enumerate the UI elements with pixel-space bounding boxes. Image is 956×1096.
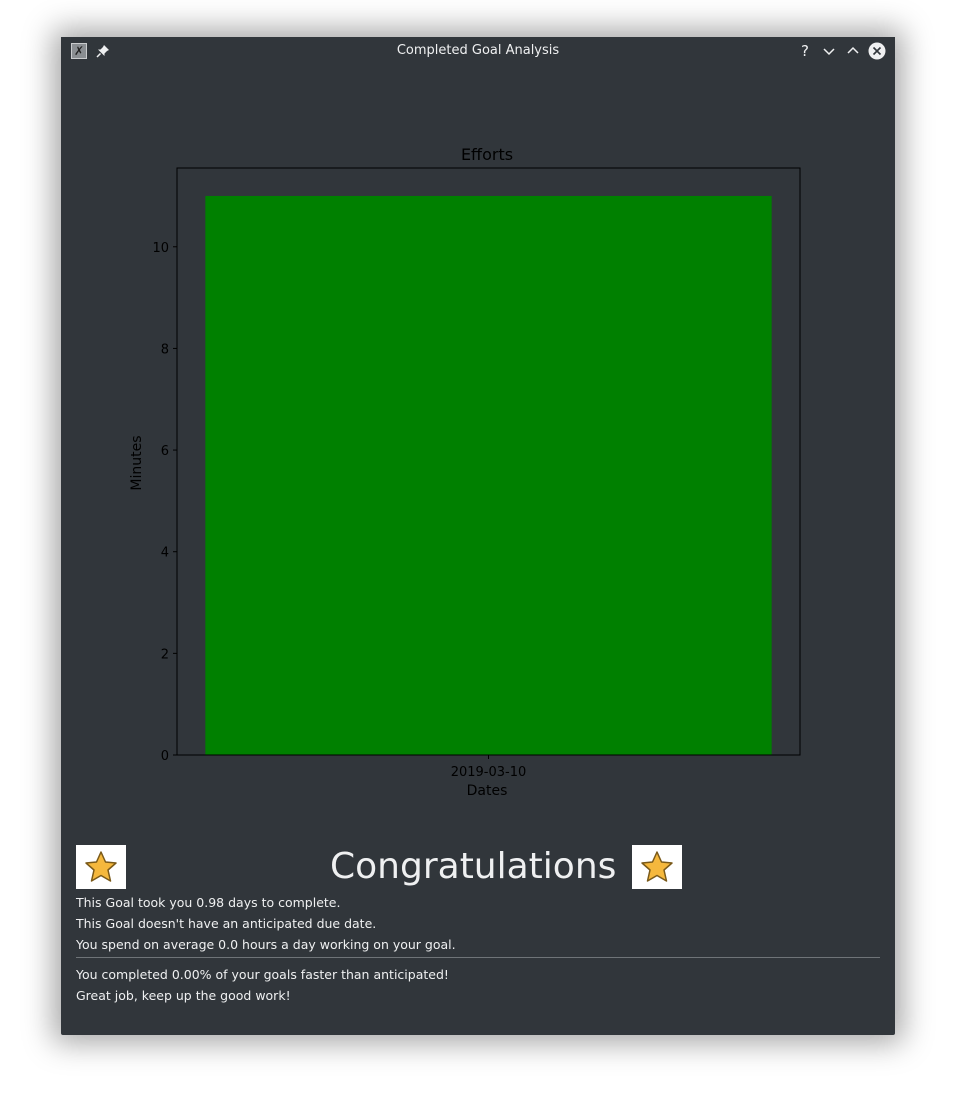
y-tick-label: 6 (161, 444, 169, 459)
x-tick-label: 2019-03-10 (451, 765, 527, 780)
y-tick-label: 2 (161, 647, 169, 662)
x-axis-label: Dates (467, 783, 508, 799)
star-icon (632, 845, 682, 889)
y-tick-label: 0 (161, 749, 169, 764)
analysis-window: ✗ Completed Goal Analysis ? Efforts 0246… (61, 37, 895, 1035)
due-date-text: This Goal doesn't have an anticipated du… (76, 916, 377, 931)
y-tick-label: 8 (161, 342, 169, 357)
bar (205, 195, 772, 755)
encouragement-text: Great job, keep up the good work! (76, 988, 291, 1003)
congrats-row: Congratulations (76, 845, 880, 889)
y-axis-label: Minutes (129, 435, 145, 490)
completed-percent-text: You completed 0.00% of your goals faster… (76, 967, 449, 982)
y-tick-label: 10 (152, 241, 169, 256)
congrats-heading: Congratulations (330, 846, 617, 887)
y-tick-label: 4 (161, 546, 169, 561)
chart-title: Efforts (461, 145, 513, 164)
divider (76, 957, 880, 958)
efforts-chart: Efforts 0 2 4 6 8 10 2019-03-10 Dates Minutes (129, 145, 801, 799)
days-to-complete-text: This Goal took you 0.98 days to complete… (76, 895, 341, 910)
average-hours-text: You spend on average 0.0 hours a day wor… (76, 937, 456, 952)
star-icon (76, 845, 126, 889)
